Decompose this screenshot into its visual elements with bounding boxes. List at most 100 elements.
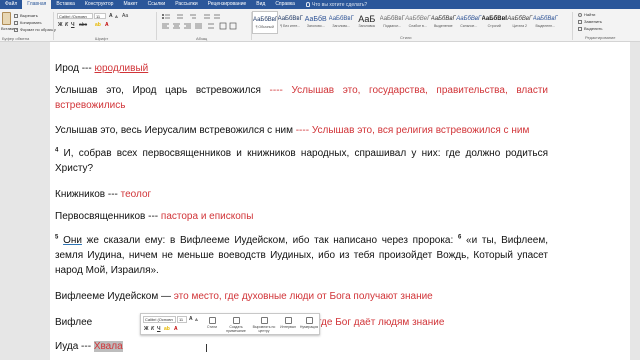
mini-shrink-font-button[interactable]: A (195, 317, 198, 322)
grow-font-button[interactable]: A (109, 13, 113, 19)
style-heading-2[interactable]: АаБбВвГ Заголово... (329, 11, 355, 34)
select-label: Выделить (584, 26, 603, 31)
para-text: И, собрав всех первосвященников и книжни… (55, 148, 548, 174)
highlight-button[interactable]: ab (95, 22, 101, 28)
replace-button[interactable]: Заменить (578, 19, 602, 24)
tab-home[interactable]: Главная (22, 0, 52, 9)
style-name: Подзагол... (383, 24, 402, 28)
decrease-indent-icon (204, 14, 210, 19)
strikethrough-button[interactable]: abc (79, 22, 87, 28)
paste-icon[interactable] (2, 12, 11, 25)
mini-numbering-button[interactable]: Нумерация (299, 317, 319, 329)
cut-label: Вырезать (20, 13, 38, 18)
style-sample: АаБбВвГ (481, 16, 508, 22)
mini-center-button[interactable]: Выровнять по центру (251, 317, 277, 333)
format-painter-label: Формат по образцу (20, 27, 56, 32)
mini-font-combo[interactable]: Calibri (Основн (143, 316, 176, 323)
style-name: ¶ Без инте... (280, 24, 301, 28)
style-name: Заголово... (332, 24, 351, 28)
selected-text[interactable]: Хвала (93, 341, 123, 352)
mini-highlight-button[interactable]: ab (164, 326, 170, 332)
mini-center-label: Выровнять по центру (252, 325, 276, 333)
tab-design[interactable]: Конструктор (80, 0, 119, 9)
para-text: же сказали ему: в Вифлееме Иудейском, иб… (81, 235, 458, 246)
italic-button[interactable]: К (65, 22, 68, 28)
paragraph[interactable]: Услышав это, весь Иерусалим встревожился… (55, 123, 548, 138)
shrink-font-button[interactable]: A (115, 14, 118, 19)
mini-styles-button[interactable]: Стили (203, 317, 221, 329)
mini-new-comment-label: Создать примечание (226, 325, 246, 333)
tab-file[interactable]: Файл (0, 0, 22, 9)
tab-references[interactable]: Ссылки (143, 0, 171, 9)
paragraph[interactable]: 5 Они же сказали ему: в Вифлееме Иудейск… (55, 233, 548, 278)
style-subtitle[interactable]: АаБбВвГ Подзагол... (380, 11, 406, 34)
mini-italic-button[interactable]: К (151, 326, 154, 332)
style-sample: АаБбВвГ (253, 17, 278, 23)
styles-group-label: Стили (400, 35, 412, 40)
tab-view[interactable]: Вид (251, 0, 270, 9)
font-name-combo[interactable]: Calibri (Основн (57, 13, 93, 19)
tab-layout[interactable]: Макет (118, 0, 142, 9)
tab-review[interactable]: Рецензирование (203, 0, 252, 9)
mini-new-comment-button[interactable]: Создать примечание (223, 317, 249, 333)
style-normal[interactable]: АаБбВвГ ¶ Обычный (252, 11, 278, 34)
para-text: Вифлееме Иудейском — (55, 291, 174, 302)
mouse-ibeam-cursor (206, 344, 207, 352)
cut-button[interactable]: Вырезать (14, 13, 38, 18)
para-text: Первосвященников --- (55, 211, 161, 222)
mini-line-spacing-button[interactable]: Интервал (278, 317, 298, 329)
para-text: Услышав это, весь Иерусалим встревожился… (55, 125, 296, 136)
search-icon (578, 12, 582, 17)
mini-grow-font-button[interactable]: A (189, 316, 193, 322)
style-subtle-emphasis[interactable]: АаБбВеГ Слабое в... (405, 11, 431, 34)
style-intense-emphasis[interactable]: АаБбВвГ Сильное... (456, 11, 482, 34)
bold-button[interactable]: Ж (58, 22, 63, 28)
paragraph[interactable]: Ирод --- юродливый (55, 61, 548, 76)
mini-font-color-button[interactable]: A (174, 326, 178, 332)
style-name: Сильное... (460, 24, 478, 28)
clipboard-group: Вставить Вырезать Копировать Формат по о… (0, 11, 56, 42)
style-no-spacing[interactable]: АаБбВвГ ¶ Без инте... (278, 11, 304, 34)
paragraph[interactable]: Услышав это, Ирод царь встревожился ----… (55, 83, 548, 113)
style-emphasis[interactable]: АаБбВвГ Выделение (431, 11, 457, 34)
style-quote-2[interactable]: АаБбВвГ Цитата 2 (507, 11, 533, 34)
find-button[interactable]: Найти (578, 12, 595, 17)
mini-underline-button[interactable]: Ч (157, 326, 161, 332)
paragraph[interactable]: Иуда --- Хвала (55, 339, 548, 354)
scissors-icon (14, 13, 18, 18)
copy-button[interactable]: Копировать (14, 20, 42, 25)
verse-number: 5 (55, 234, 59, 241)
style-intense-quote[interactable]: АаБбВвГ Выделенн... (533, 11, 559, 34)
select-button[interactable]: Выделить (578, 26, 602, 31)
clipboard-group-label: Буфер обмена (2, 36, 30, 41)
paragraph[interactable]: 4 И, собрав всех первосвященников и книж… (55, 146, 548, 176)
comment-icon (232, 317, 240, 324)
mini-bold-button[interactable]: Ж (144, 326, 149, 332)
tell-me-box[interactable]: Что вы хотите сделать? (305, 2, 367, 8)
style-sample: АаБбВвГ (430, 16, 456, 22)
style-sample: АаБбВеГ (405, 16, 431, 22)
paragraph[interactable]: Первосвященников --- пастора и епископы (55, 209, 548, 224)
underline-button[interactable]: Ч (71, 22, 75, 28)
justify-icon (195, 23, 202, 29)
font-size-combo[interactable]: 11 (94, 13, 106, 19)
font-color-button[interactable]: A (105, 22, 109, 28)
tab-mailings[interactable]: Рассылки (170, 0, 202, 9)
tab-help[interactable]: Справка (270, 0, 300, 9)
paragraph[interactable]: Книжников --- теолог (55, 187, 548, 202)
change-case-button[interactable]: Aa (122, 13, 128, 19)
style-heading-1[interactable]: АаБбВ Заголово... (303, 11, 329, 34)
mini-numbering-label: Нумерация (299, 325, 319, 329)
format-painter-button[interactable]: Формат по образцу (14, 27, 56, 32)
document-area: Ирод --- юродливый Услышав это, Ирод цар… (0, 42, 640, 360)
red-comment: ---- Услышав это, вся религия встревожил… (295, 125, 530, 136)
styles-gallery: АаБбВвГ ¶ Обычный АаБбВвГ ¶ Без инте... Аа… (252, 11, 570, 34)
numbering-icon (177, 14, 183, 19)
divider (156, 12, 157, 40)
mini-size-combo[interactable]: 11 (177, 316, 187, 323)
paragraph[interactable]: Вифлееме Иудейском — это место, где духо… (55, 289, 548, 304)
style-strong[interactable]: АаБбВвГ Строгий (482, 11, 508, 34)
style-title[interactable]: АаБ Заголовок (354, 11, 380, 34)
style-name: Цитата 2 (512, 24, 527, 28)
tab-insert[interactable]: Вставка (51, 0, 80, 9)
